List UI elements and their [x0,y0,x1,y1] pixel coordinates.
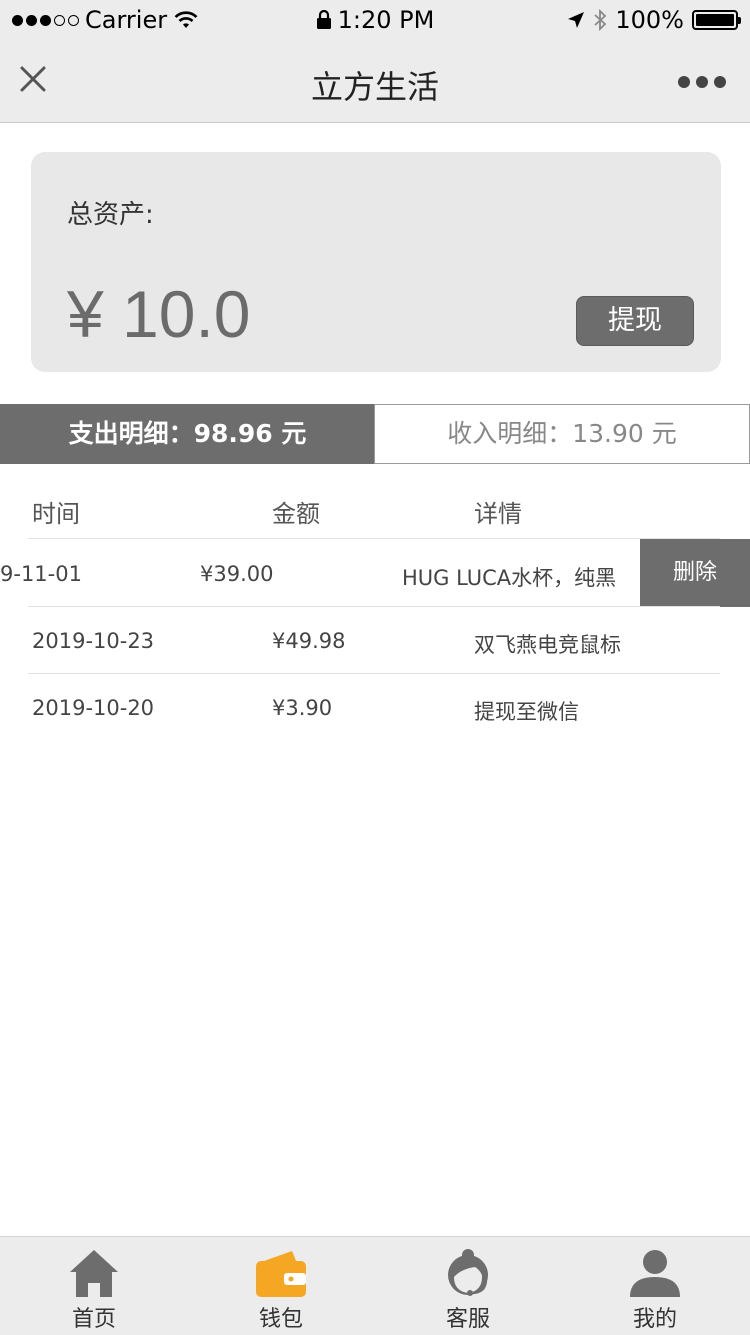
divider [28,538,720,539]
total-assets-label: 总资产: [67,200,154,230]
page-title: 立方生活 [310,68,439,106]
home-icon [70,1250,118,1297]
tab-expense[interactable]: 支出明细：98.96 元 [0,404,375,464]
battery-icon [692,10,741,30]
asset-card: 总资产: ¥ 10.0 提现 [31,152,721,372]
status-right: 100% [567,6,741,34]
column-header-detail: 详情 [474,500,522,528]
tab-income[interactable]: 收入明细：13.90 元 [374,404,750,464]
bluetooth-icon [594,9,607,31]
row-detail: 双飞燕电竞鼠标 [474,633,621,657]
detail-tabs: 支出明细：98.96 元 收入明细：13.90 元 [0,404,750,464]
tab-profile[interactable]: 我的 [595,1247,715,1333]
more-icon[interactable] [678,76,726,88]
withdraw-button[interactable]: 提现 [576,296,694,346]
column-header-amount: 金额 [272,500,320,528]
table-header: 时间 金额 详情 [0,480,750,538]
column-header-time: 时间 [32,500,80,528]
tab-profile-label: 我的 [632,1307,677,1332]
tab-home[interactable]: 首页 [34,1247,154,1333]
row-date: 9-11-01 [0,562,82,586]
tab-bar: 首页 钱包 客服 我的 [0,1236,750,1335]
tab-customer-service-label: 客服 [445,1307,490,1332]
lock-icon [316,10,331,29]
total-assets-amount: ¥ 10.0 [67,277,251,351]
tab-wallet-label: 钱包 [258,1307,303,1332]
row-detail: 提现至微信 [474,700,579,724]
nav-bar: 立方生活 [0,40,750,123]
row-amount: ¥3.90 [272,696,333,720]
delete-button[interactable]: 删除 [640,539,750,607]
location-arrow-icon [568,12,585,28]
user-icon [630,1250,680,1297]
table-row[interactable]: 2019-10-23 ¥49.98 双飞燕电竞鼠标 [0,607,750,674]
customer-service-icon [448,1249,488,1296]
tab-home-label: 首页 [71,1307,116,1332]
row-amount: ¥39.00 [200,562,274,586]
tab-customer-service[interactable]: 客服 [408,1247,528,1333]
wallet-icon [256,1251,306,1297]
table-row[interactable]: 2019-10-20 ¥3.90 提现至微信 [0,674,750,741]
battery-percent: 100% [615,6,684,34]
status-bar: Carrier 1:20 PM 100% [0,0,750,40]
row-detail: HUG LUCA水杯，纯黑 [402,566,617,590]
row-amount: ¥49.98 [272,629,346,653]
row-date: 2019-10-23 [32,629,155,653]
clock: 1:20 PM [337,6,435,34]
table-row[interactable]: 9-11-01 ¥39.00 HUG LUCA水杯，纯黑 [0,540,640,607]
tab-wallet[interactable]: 钱包 [221,1247,341,1333]
row-date: 2019-10-20 [32,696,155,720]
